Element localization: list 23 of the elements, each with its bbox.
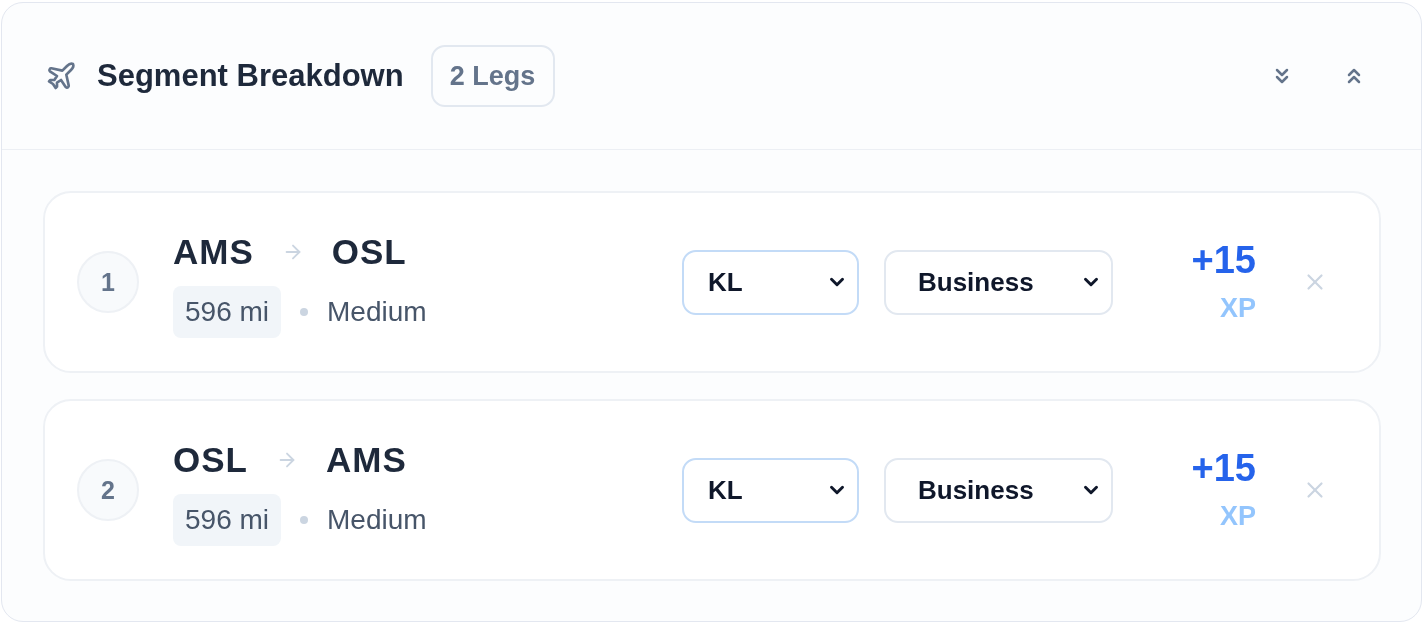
leg-number: 2 — [77, 459, 139, 521]
origin-code: OSL — [173, 440, 248, 480]
xp-points: +15 — [1191, 240, 1256, 280]
haul-label: Medium — [327, 296, 427, 328]
haul-label: Medium — [327, 504, 427, 536]
dot-icon — [300, 308, 309, 316]
leg-number: 1 — [77, 251, 139, 313]
distance-chip: 596 mi — [173, 494, 282, 546]
carrier-select[interactable]: KL — [682, 457, 859, 523]
cabin-select[interactable]: Business — [884, 249, 1113, 315]
dot-icon — [300, 516, 309, 524]
xp-unit: XP — [1219, 292, 1256, 324]
destination-code: AMS — [325, 440, 407, 480]
xp-points: +15 — [1191, 448, 1256, 488]
xp-unit: XP — [1219, 500, 1256, 532]
panel-title: Segment Breakdown — [97, 58, 404, 94]
carrier-select[interactable]: KL — [682, 249, 859, 315]
leg-count-badge: 2 Legs — [430, 45, 555, 107]
distance-chip: 596 mi — [173, 286, 282, 338]
origin-code: AMS — [173, 232, 254, 272]
cabin-select[interactable]: Business — [884, 457, 1113, 523]
destination-code: OSL — [331, 232, 407, 272]
plane-icon — [45, 60, 77, 92]
